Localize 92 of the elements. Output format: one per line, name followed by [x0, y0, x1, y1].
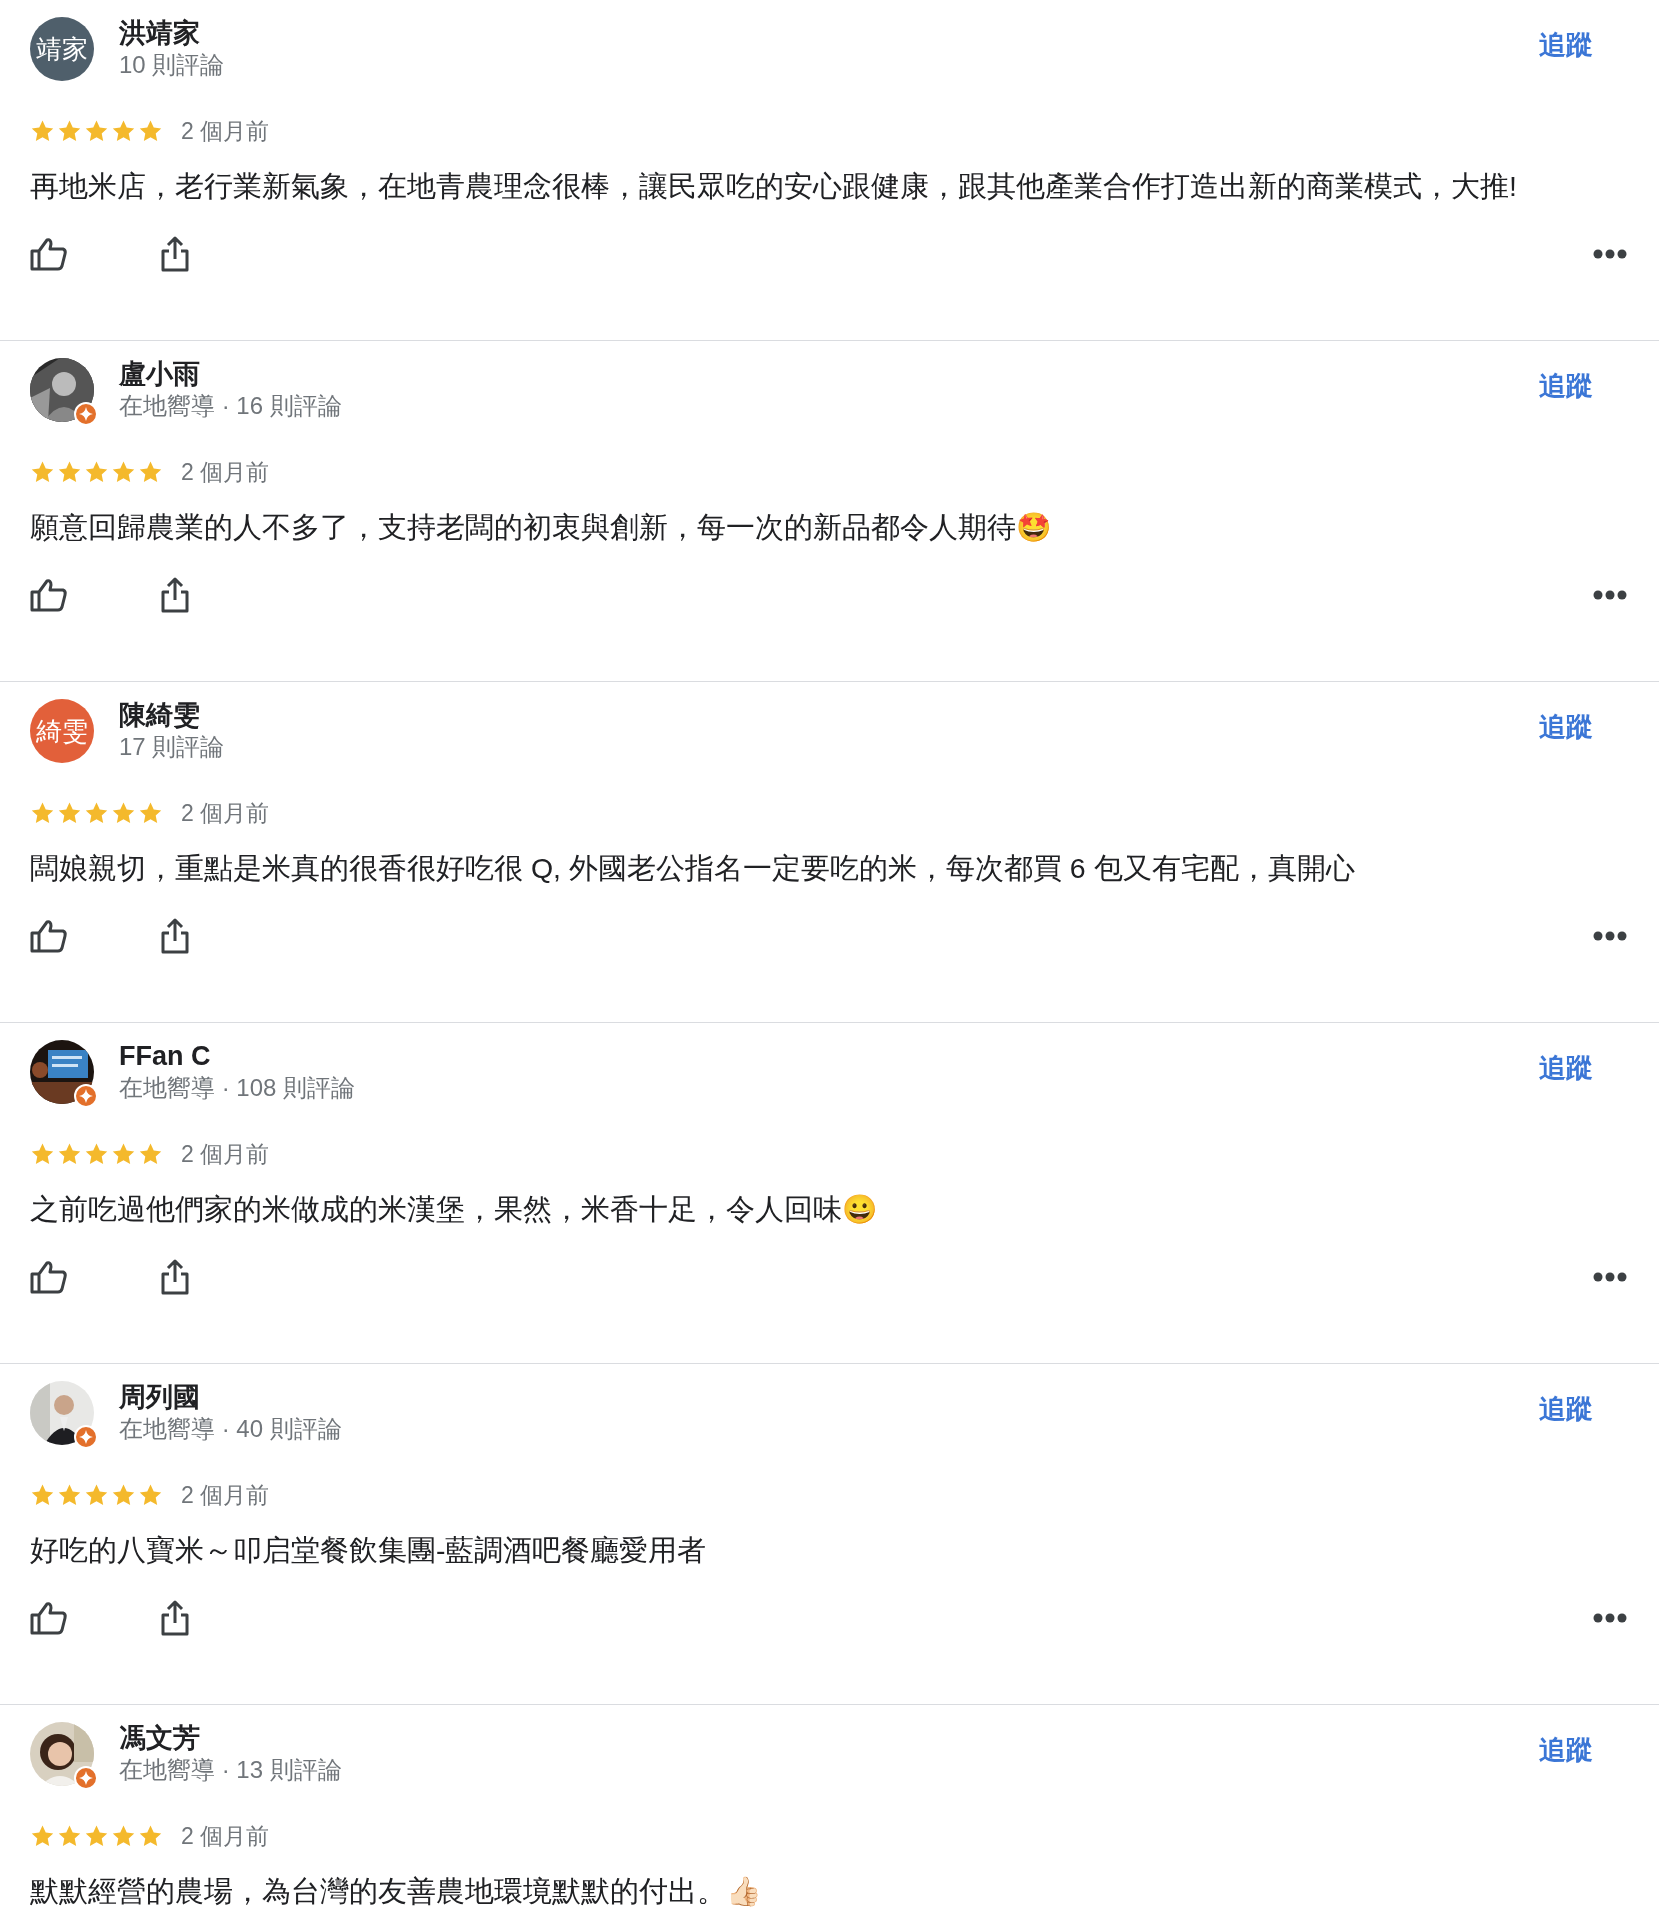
more-button[interactable]	[1593, 249, 1627, 259]
thumbs-up-icon	[30, 237, 68, 271]
avatar: 靖家	[30, 17, 94, 81]
star-icon	[84, 459, 109, 485]
review-date: 2 個月前	[181, 457, 270, 487]
star-icon	[84, 1823, 109, 1849]
share-button[interactable]	[160, 576, 190, 614]
review-text: 默默經營的農場，為台灣的友善農地環境默默的付出。👍🏻	[30, 1874, 761, 1909]
more-icon	[1593, 931, 1627, 941]
star-icon	[138, 1482, 163, 1508]
share-icon	[160, 1599, 190, 1637]
reviewer-name: FFan C	[119, 1040, 212, 1072]
reviewer-name: 盧小雨	[119, 358, 201, 390]
like-button[interactable]	[30, 1260, 68, 1294]
follow-button[interactable]: 追蹤	[1539, 1381, 1593, 1437]
star-icon	[111, 118, 136, 144]
star-icon	[138, 800, 163, 826]
more-button[interactable]	[1593, 931, 1627, 941]
more-icon	[1593, 1272, 1627, 1282]
review-text: 好吃的八寶米～叩启堂餐飲集團-藍調酒吧餐廳愛用者	[30, 1533, 707, 1568]
review-text: 願意回歸農業的人不多了，支持老闆的初衷與創新，每一次的新品都令人期待🤩	[30, 510, 1051, 545]
follow-button[interactable]: 追蹤	[1539, 1040, 1593, 1096]
share-button[interactable]	[160, 1258, 190, 1296]
review-date: 2 個月前	[181, 116, 270, 146]
more-icon	[1593, 1613, 1627, 1623]
star-icon	[111, 800, 136, 826]
share-icon	[160, 1258, 190, 1296]
star-icon	[30, 1823, 55, 1849]
review-date: 2 個月前	[181, 1821, 270, 1851]
star-icon	[138, 118, 163, 144]
thumbs-up-icon	[30, 919, 68, 953]
review-count: 在地嚮導 · 108 則評論	[119, 1073, 357, 1103]
review-date: 2 個月前	[181, 798, 270, 828]
review-text: 闆娘親切，重點是米真的很香很好吃很 Q, 外國老公指名一定要吃的米，每次都買 6 包又有宅配，真開心	[30, 851, 1355, 886]
more-icon	[1593, 590, 1627, 600]
follow-button[interactable]: 追蹤	[1539, 699, 1593, 755]
star-icon	[57, 1141, 82, 1167]
star-icon	[30, 1482, 55, 1508]
star-icon	[138, 1141, 163, 1167]
more-button[interactable]	[1593, 590, 1627, 600]
star-icon	[111, 459, 136, 485]
like-button[interactable]	[30, 919, 68, 953]
like-button[interactable]	[30, 1601, 68, 1635]
reviewer-name: 洪靖家	[119, 17, 201, 49]
like-button[interactable]	[30, 578, 68, 612]
follow-button[interactable]: 追蹤	[1539, 358, 1593, 414]
star-icon	[84, 800, 109, 826]
star-icon	[57, 1823, 82, 1849]
thumbs-up-icon	[30, 578, 68, 612]
review-text: 再地米店，老行業新氣象，在地青農理念很棒，讓民眾吃的安心跟健康，跟其他產業合作打造出新的商業模式，大推!	[30, 169, 1517, 204]
star-icon	[84, 1482, 109, 1508]
star-icon	[84, 1141, 109, 1167]
share-button[interactable]	[160, 917, 190, 955]
star-icon	[30, 118, 55, 144]
star-icon	[138, 1823, 163, 1849]
share-button[interactable]	[160, 235, 190, 273]
follow-button[interactable]: 追蹤	[1539, 17, 1593, 73]
thumbs-up-icon	[30, 1260, 68, 1294]
share-button[interactable]	[160, 1599, 190, 1637]
star-icon	[30, 459, 55, 485]
review-date: 2 個月前	[181, 1139, 270, 1169]
thumbs-up-icon	[30, 1601, 68, 1635]
star-icon	[111, 1482, 136, 1508]
star-icon	[30, 800, 55, 826]
reviewer-name: 陳綺雯	[119, 699, 201, 731]
reviewer-name: 馮文芳	[119, 1722, 201, 1754]
more-icon	[1593, 249, 1627, 259]
review-count: 17 則評論	[119, 732, 226, 762]
share-icon	[160, 576, 190, 614]
star-icon	[111, 1141, 136, 1167]
review-count: 在地嚮導 · 13 則評論	[119, 1755, 343, 1785]
star-icon	[138, 459, 163, 485]
star-icon	[30, 1141, 55, 1167]
review-date: 2 個月前	[181, 1480, 270, 1510]
star-icon	[57, 800, 82, 826]
star-icon	[57, 459, 82, 485]
share-icon	[160, 917, 190, 955]
star-icon	[84, 118, 109, 144]
more-button[interactable]	[1593, 1613, 1627, 1623]
review-text: 之前吃過他們家的米做成的米漢堡，果然，米香十足，令人回味😀	[30, 1192, 877, 1227]
star-icon	[57, 1482, 82, 1508]
star-icon	[111, 1823, 136, 1849]
star-icon	[57, 118, 82, 144]
review-count: 在地嚮導 · 16 則評論	[119, 391, 343, 421]
more-button[interactable]	[1593, 1272, 1627, 1282]
reviewer-name: 周列國	[119, 1381, 201, 1413]
share-icon	[160, 235, 190, 273]
like-button[interactable]	[30, 237, 68, 271]
follow-button[interactable]: 追蹤	[1539, 1722, 1593, 1778]
review-count: 在地嚮導 · 40 則評論	[119, 1414, 343, 1444]
review-count: 10 則評論	[119, 50, 226, 80]
avatar: 綺雯	[30, 699, 94, 763]
